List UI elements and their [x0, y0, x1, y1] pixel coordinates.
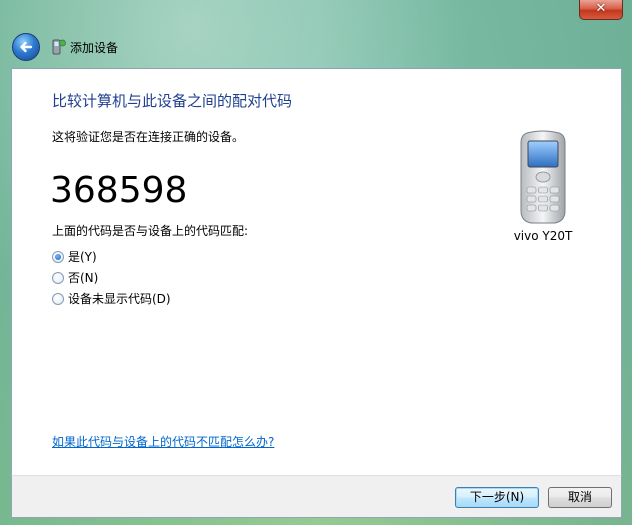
back-arrow-icon — [20, 41, 33, 53]
pairing-code: 368598 — [50, 170, 188, 211]
back-button[interactable] — [12, 33, 40, 61]
help-link[interactable]: 如果此代码与设备上的代码不匹配怎么办? — [52, 434, 274, 450]
device-name: vivo Y20T — [513, 229, 573, 243]
radio-button[interactable] — [52, 293, 64, 305]
radio-label: 否(N) — [68, 271, 99, 285]
window-title: 添加设备 — [70, 41, 119, 55]
bluetooth-device-icon — [52, 39, 66, 55]
mobile-phone-icon — [520, 130, 566, 224]
close-button[interactable]: ✕ — [579, 0, 623, 20]
radio-label: 设备未显示代码(D) — [68, 292, 171, 306]
close-icon: ✕ — [595, 1, 607, 16]
footer-bar: 下一步(N) 取消 — [11, 475, 622, 518]
radio-label: 是(Y) — [68, 250, 97, 264]
match-question: 上面的代码是否与设备上的代码匹配: — [52, 224, 249, 238]
page-description: 这将验证您是否在连接正确的设备。 — [52, 130, 245, 144]
radio-button-checked[interactable] — [52, 251, 64, 263]
content-panel: 比较计算机与此设备之间的配对代码 这将验证您是否在连接正确的设备。 368598… — [11, 68, 622, 476]
radio-button[interactable] — [52, 272, 64, 284]
page-heading: 比较计算机与此设备之间的配对代码 — [52, 92, 293, 110]
next-button[interactable]: 下一步(N) — [455, 487, 539, 508]
cancel-button[interactable]: 取消 — [548, 487, 612, 508]
